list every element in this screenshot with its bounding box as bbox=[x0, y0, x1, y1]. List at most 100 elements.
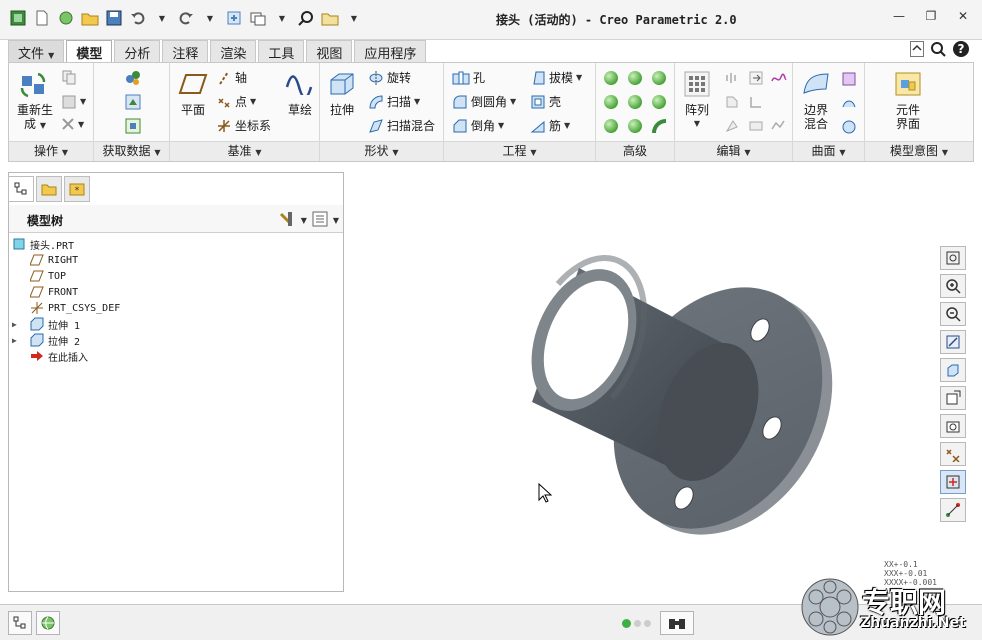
solidify-button[interactable] bbox=[771, 119, 785, 133]
settings-icon[interactable] bbox=[277, 210, 297, 231]
tree-item-part[interactable]: 接头.PRT bbox=[12, 236, 120, 252]
advanced-tool-1-button[interactable] bbox=[604, 71, 618, 85]
repaint-button[interactable] bbox=[940, 330, 966, 354]
model-tree-tab[interactable] bbox=[8, 176, 34, 202]
round-button[interactable]: 倒圆角 ▼ bbox=[452, 93, 516, 110]
draft-button[interactable]: 拔模 ▼ bbox=[530, 69, 582, 86]
datum-display-button[interactable] bbox=[940, 442, 966, 466]
expand-arrow-icon[interactable]: ▶ bbox=[12, 320, 24, 329]
help-icon[interactable]: ? bbox=[952, 40, 970, 61]
windows-dropdown-icon[interactable]: ▼ bbox=[272, 8, 292, 28]
mirror-button[interactable] bbox=[725, 71, 739, 85]
tab-file[interactable]: 文件 ▼ bbox=[8, 40, 65, 62]
tab-tools[interactable]: 工具 bbox=[258, 40, 305, 62]
chamfer-button[interactable]: 倒角 ▼ bbox=[452, 117, 504, 134]
close-window-folder-icon[interactable] bbox=[320, 8, 340, 28]
group-surfaces-label[interactable]: 曲面 ▼ bbox=[793, 141, 864, 161]
project-button[interactable] bbox=[771, 71, 787, 85]
expand-arrow-icon[interactable]: ▶ bbox=[12, 336, 24, 345]
tree-item-csys[interactable]: PRT_CSYS_DEF bbox=[12, 300, 120, 316]
csys-button[interactable]: 坐标系 bbox=[216, 117, 271, 134]
customize-toolbar-icon[interactable]: ▼ bbox=[344, 8, 364, 28]
settings-dropdown-icon[interactable]: ▼ bbox=[301, 216, 307, 225]
pattern-button[interactable]: 阵列 ▼ bbox=[679, 69, 715, 131]
tree-item-front[interactable]: FRONT bbox=[12, 284, 120, 300]
sweep-button[interactable]: 扫描 ▼ bbox=[368, 93, 420, 110]
shell-button[interactable]: 壳 bbox=[530, 93, 561, 110]
rib-button[interactable]: 筋 ▼ bbox=[530, 117, 570, 134]
group-operations-label[interactable]: 操作 ▼ bbox=[9, 141, 93, 161]
app-logo-icon[interactable] bbox=[8, 8, 28, 28]
shrinkwrap-button[interactable] bbox=[124, 117, 142, 135]
find-icon[interactable] bbox=[296, 8, 316, 28]
tab-model[interactable]: 模型 bbox=[66, 40, 113, 63]
offset-button[interactable] bbox=[725, 119, 739, 133]
show-dropdown-icon[interactable]: ▼ bbox=[333, 216, 339, 225]
view-manager-button[interactable] bbox=[940, 414, 966, 438]
regenerate-icon[interactable] bbox=[224, 8, 244, 28]
folder-browser-tab[interactable] bbox=[36, 176, 62, 202]
toggle-browser-button[interactable] bbox=[36, 611, 60, 635]
thicken-button[interactable] bbox=[749, 119, 763, 133]
minimize-ribbon-icon[interactable] bbox=[910, 41, 924, 60]
delete-button[interactable]: ▼ bbox=[61, 117, 84, 131]
extrude-button[interactable]: 拉伸 bbox=[324, 69, 360, 117]
freestyle-button[interactable] bbox=[841, 71, 857, 87]
saved-orientations-button[interactable] bbox=[940, 386, 966, 410]
annotation-display-button[interactable] bbox=[940, 498, 966, 522]
redo-icon[interactable] bbox=[176, 8, 196, 28]
group-datum-label[interactable]: 基准 ▼ bbox=[170, 141, 319, 161]
find-button[interactable] bbox=[660, 611, 694, 635]
fill-button[interactable] bbox=[841, 119, 857, 135]
regenerate-button[interactable]: 重新生 成 ▼ bbox=[13, 69, 57, 133]
tree-item-extrude-2[interactable]: ▶ 拉伸 2 bbox=[12, 332, 120, 348]
user-defined-feature-button[interactable] bbox=[124, 69, 142, 87]
group-shapes-label[interactable]: 形状 ▼ bbox=[320, 141, 443, 161]
favorites-tab[interactable]: * bbox=[64, 176, 90, 202]
tab-view[interactable]: 视图 bbox=[306, 40, 353, 62]
toroidal-bend-button[interactable] bbox=[652, 119, 668, 135]
boundary-blend-button[interactable]: 边界 混合 bbox=[797, 69, 835, 131]
redo-dropdown-icon[interactable]: ▼ bbox=[200, 8, 220, 28]
group-get-data-label[interactable]: 获取数据 ▼ bbox=[94, 141, 169, 161]
advanced-tool-7-button[interactable] bbox=[604, 119, 618, 133]
tab-annotate[interactable]: 注释 bbox=[162, 40, 209, 62]
zoom-out-button[interactable] bbox=[940, 302, 966, 326]
group-model-intent-label[interactable]: 模型意图 ▼ bbox=[865, 141, 973, 161]
advanced-tool-2-button[interactable] bbox=[628, 71, 642, 85]
style-button[interactable] bbox=[841, 95, 857, 111]
paste-button[interactable]: ▼ bbox=[61, 93, 86, 109]
undo-dropdown-icon[interactable]: ▼ bbox=[152, 8, 172, 28]
show-menu-icon[interactable] bbox=[311, 210, 329, 231]
minimize-icon[interactable]: — bbox=[892, 10, 906, 22]
close-icon[interactable]: ✕ bbox=[956, 10, 970, 22]
tree-item-extrude-1[interactable]: ▶ 拉伸 1 bbox=[12, 316, 120, 332]
undo-icon[interactable] bbox=[128, 8, 148, 28]
merge-button[interactable] bbox=[725, 95, 739, 109]
point-button[interactable]: 点 ▼ bbox=[216, 93, 256, 110]
advanced-tool-4-button[interactable] bbox=[604, 95, 618, 109]
toggle-navigator-button[interactable] bbox=[8, 611, 32, 635]
extend-button[interactable] bbox=[749, 71, 763, 85]
advanced-tool-8-button[interactable] bbox=[628, 119, 642, 133]
new-file-icon[interactable] bbox=[32, 8, 52, 28]
copy-button[interactable] bbox=[61, 69, 77, 85]
advanced-tool-6-button[interactable] bbox=[652, 95, 666, 109]
open-folder-icon[interactable] bbox=[80, 8, 100, 28]
tab-analysis[interactable]: 分析 bbox=[114, 40, 161, 62]
group-editing-label[interactable]: 编辑 ▼ bbox=[675, 141, 792, 161]
component-interface-button[interactable]: 元件 界面 bbox=[885, 69, 931, 131]
trim-button[interactable] bbox=[749, 95, 763, 109]
swept-blend-button[interactable]: 扫描混合 bbox=[368, 117, 435, 134]
tab-render[interactable]: 渲染 bbox=[210, 40, 257, 62]
group-engineering-label[interactable]: 工程 ▼ bbox=[444, 141, 595, 161]
revolve-button[interactable]: 旋转 bbox=[368, 69, 411, 86]
save-icon[interactable] bbox=[104, 8, 124, 28]
zoom-in-button[interactable] bbox=[940, 274, 966, 298]
search-icon[interactable] bbox=[930, 41, 946, 60]
open-session-icon[interactable] bbox=[56, 8, 76, 28]
tree-item-top[interactable]: TOP bbox=[12, 268, 120, 284]
copy-geometry-button[interactable] bbox=[124, 93, 142, 111]
windows-icon[interactable] bbox=[248, 8, 268, 28]
refit-view-button[interactable] bbox=[940, 246, 966, 270]
